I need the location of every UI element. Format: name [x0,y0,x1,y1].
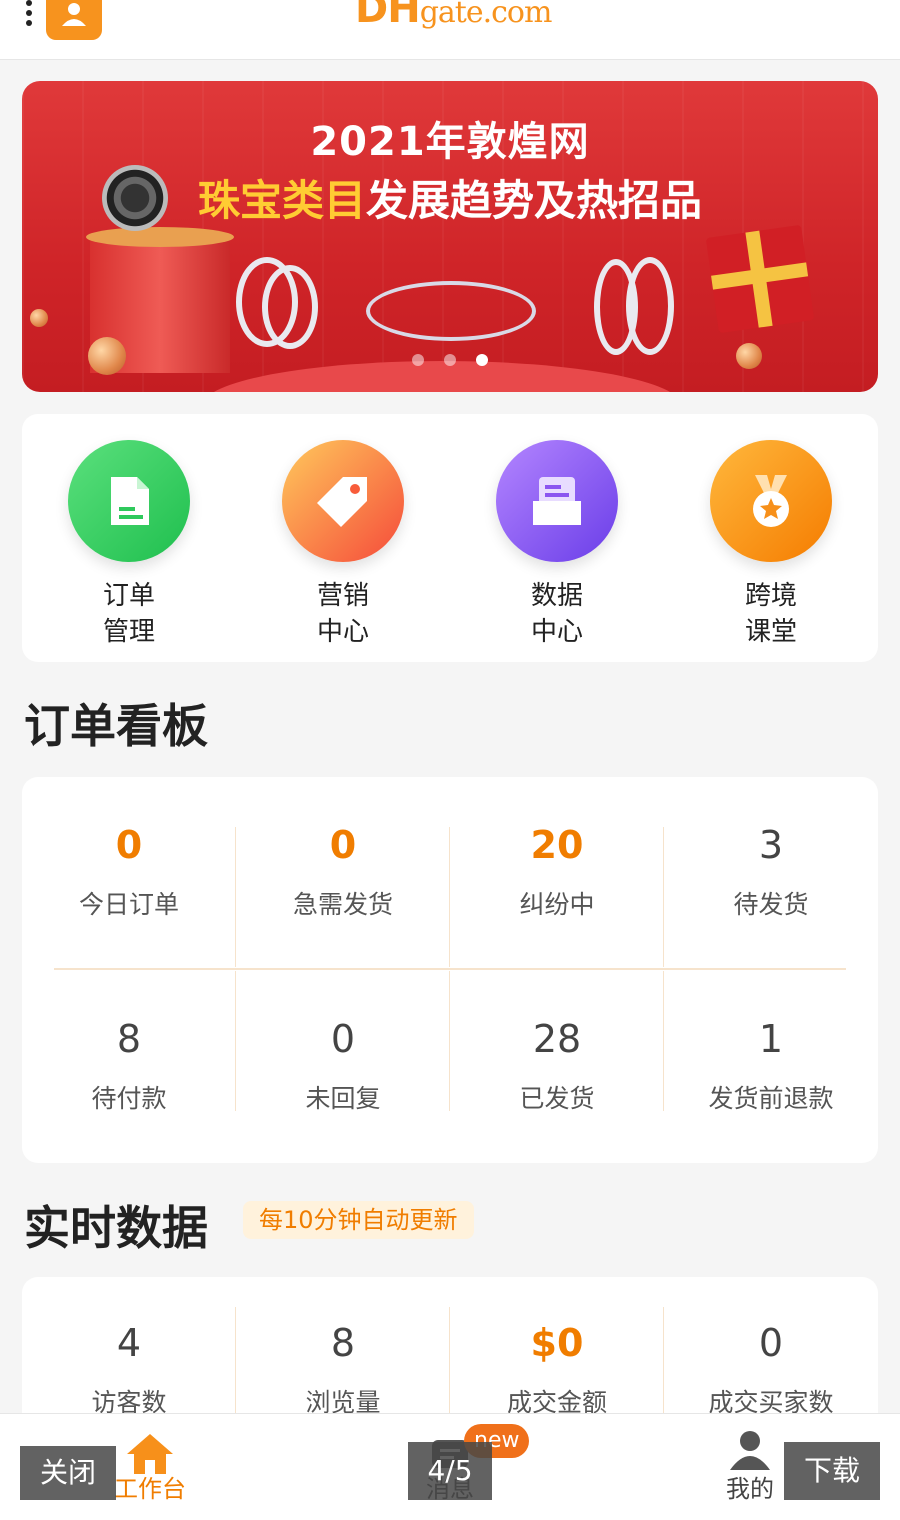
data-center-button[interactable]: 数据 中心 [450,440,664,650]
stat-today-orders[interactable]: 0 今日订单 [22,823,236,921]
stat-transaction-amount[interactable]: $0 成交金额 [450,1321,664,1419]
download-button[interactable]: 下载 [784,1442,880,1500]
order-management-button[interactable]: 订单 管理 [22,440,236,650]
stat-shipped[interactable]: 28 已发货 [450,1017,664,1115]
order-board-title: 订单看板 [24,699,208,753]
dhgate-logo: DHgate.com [355,0,552,32]
banner-title: 2021年敦煌网 [310,119,590,165]
stat-awaiting-shipment[interactable]: 3 待发货 [664,823,878,921]
stat-awaiting-payment[interactable]: 8 待付款 [22,1017,236,1115]
bracelet-image [366,281,536,341]
order-board: 0 今日订单 0 急需发货 20 纠纷中 3 待发货 8 待付款 0 未回复 28 已发货 1… [22,777,878,1163]
auto-update-badge: 每10分钟自动更新 [243,1201,474,1239]
stat-refund-before-shipping[interactable]: 1 发货前退款 [664,1017,878,1115]
inbox-tray-icon [496,440,618,562]
medal-star-icon [710,440,832,562]
promo-banner[interactable]: 2021年敦煌网 珠宝类目发展趋势及热招品 [22,81,878,392]
top-bar: DHgate.com [0,0,900,60]
close-button[interactable]: 关闭 [20,1446,116,1500]
stat-unreplied[interactable]: 0 未回复 [236,1017,450,1115]
cross-border-course-button[interactable]: 跨境 课堂 [664,440,878,650]
stat-urgent-shipping[interactable]: 0 急需发货 [236,823,450,921]
account-icon[interactable] [46,0,102,40]
stat-visitors[interactable]: 4 访客数 [22,1321,236,1419]
stat-buyers[interactable]: 0 成交买家数 [664,1321,878,1419]
order-document-icon [68,440,190,562]
more-menu-icon[interactable] [24,0,34,30]
carousel-dots[interactable] [22,351,878,370]
stat-disputes[interactable]: 20 纠纷中 [450,823,664,921]
gift-box-image [705,224,815,334]
quick-menu: 订单 管理 营销 中心 数据 中心 跨境 课堂 [22,414,878,662]
tag-icon [282,440,404,562]
marketing-center-button[interactable]: 营销 中心 [236,440,450,650]
page-indicator: 4/5 [408,1442,492,1500]
stat-page-views[interactable]: 8 浏览量 [236,1321,450,1419]
banner-subtitle: 珠宝类目发展趋势及热招品 [197,176,703,225]
realtime-data-title: 实时数据 [24,1201,208,1255]
